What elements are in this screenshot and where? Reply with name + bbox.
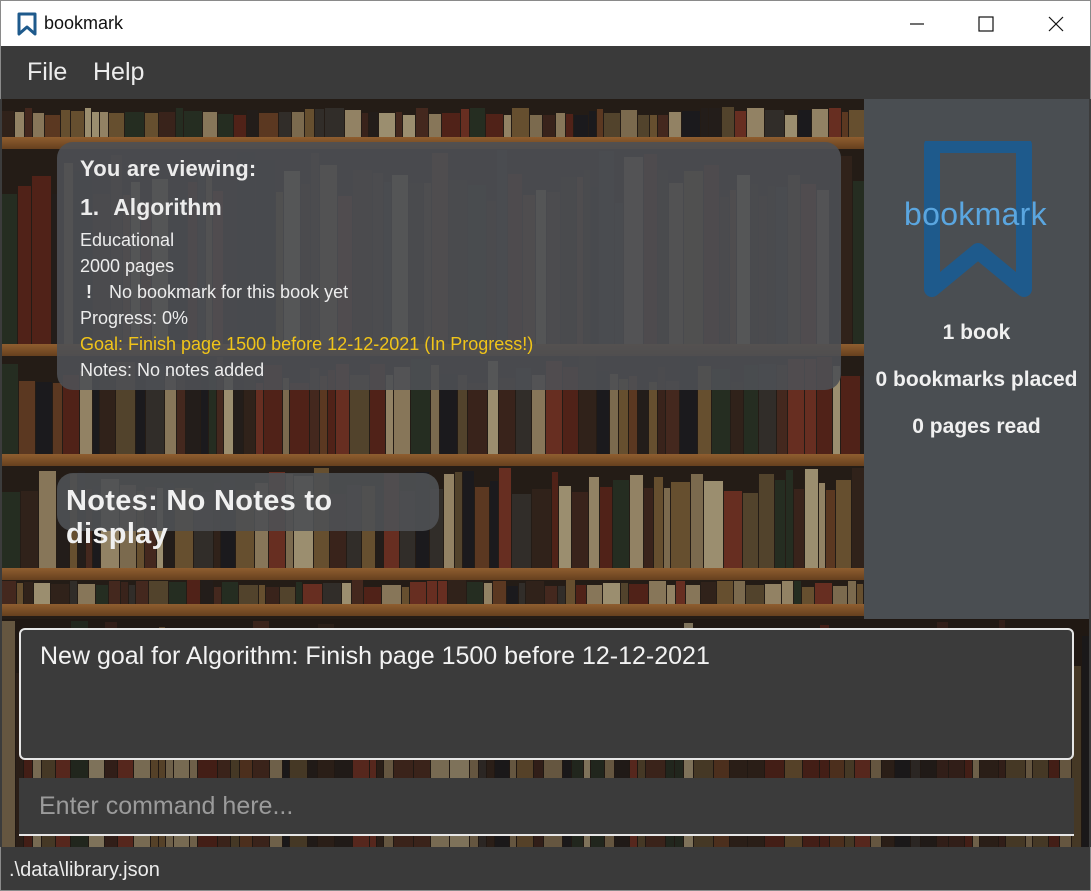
book-title: 1. Algorithm [80, 194, 841, 221]
exclamation-icon: ! [86, 282, 92, 302]
save-location: .\data\library.json [9, 859, 160, 881]
book-index: 1. [80, 194, 100, 220]
book-title-text: Algorithm [113, 194, 222, 220]
book-pages: 2000 pages [80, 256, 175, 276]
title-bar: bookmark [0, 0, 1091, 46]
close-button[interactable] [1021, 1, 1091, 47]
book-bookmark: ! No bookmark for this book yet [80, 281, 841, 303]
menu-bar: File Help [0, 46, 1091, 99]
maximize-icon [978, 16, 994, 32]
book-notes: Notes: No notes added [80, 360, 265, 380]
command-box [19, 778, 1074, 836]
notes-panel: Notes: No Notes to display [57, 473, 439, 550]
command-input[interactable] [19, 778, 1074, 834]
bookmark-status: No bookmark for this book yet [109, 282, 349, 302]
minimize-icon [910, 23, 924, 25]
window-title: bookmark [44, 13, 124, 33]
stats-sidebar: bookmark 1 book 0 bookmarks placed 0 pag… [864, 99, 1089, 619]
viewing-heading: You are viewing: [80, 156, 257, 181]
status-bar: .\data\library.json [0, 847, 1091, 891]
book-progress: Progress: 0% [80, 308, 189, 328]
menu-help[interactable]: Help [93, 58, 144, 87]
minimize-button[interactable] [882, 1, 952, 47]
book-count: 1 book [942, 321, 1011, 344]
menu-file[interactable]: File [27, 58, 67, 87]
bookmark-count: 0 bookmarks placed [875, 368, 1078, 391]
close-icon [1048, 16, 1064, 32]
book-goal: Goal: Finish page 1500 before 12-12-2021… [80, 334, 534, 354]
book-genre: Educational [80, 230, 175, 250]
result-display[interactable]: New goal for Algorithm: Finish page 1500… [19, 628, 1074, 760]
maximize-button[interactable] [951, 1, 1021, 47]
pages-read-count: 0 pages read [912, 415, 1041, 438]
book-detail-card: You are viewing: 1. Algorithm Educational… [57, 142, 841, 390]
logo-text: bookmark [904, 196, 1047, 232]
bookmark-icon [17, 12, 37, 36]
